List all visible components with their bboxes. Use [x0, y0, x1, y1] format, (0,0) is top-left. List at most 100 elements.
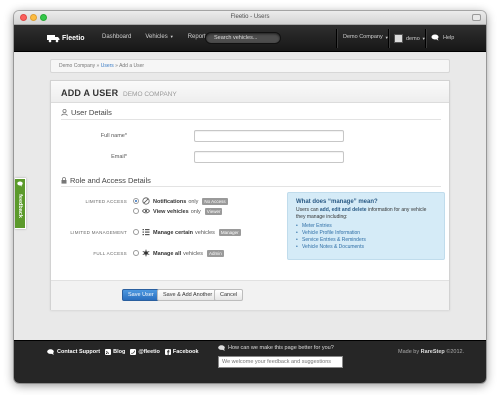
- option-rest: only: [190, 208, 201, 215]
- option-bold: Manage certain: [153, 229, 194, 236]
- browser-window: Fleetio - Users Fleetio Dashboard Vehicl…: [14, 11, 486, 383]
- chat-icon: [47, 349, 54, 355]
- rss-icon: [105, 349, 112, 355]
- feedback-input[interactable]: [218, 356, 343, 368]
- role-radio-view-vehicles[interactable]: [133, 208, 139, 214]
- window-title: Fleetio - Users: [230, 14, 270, 20]
- user-details-label: User Details: [71, 108, 112, 117]
- nav-dashboard[interactable]: Dashboard: [102, 34, 131, 40]
- user-name: demo: [406, 35, 420, 42]
- breadcrumb: Demo Company » Users » Add a User: [50, 59, 450, 73]
- fleetio-logo[interactable]: Fleetio: [47, 33, 85, 44]
- fullscreen-button[interactable]: [472, 14, 481, 21]
- role-tag-manager: Manager: [218, 229, 241, 236]
- facebook-label: Facebook: [172, 349, 199, 355]
- avatar: [394, 34, 403, 43]
- blog-label: Blog: [113, 349, 126, 355]
- star-burst-icon: [142, 249, 150, 257]
- option-manage-all: Manage all vehicles Admin: [153, 250, 224, 257]
- main-nav: Dashboard Vehicles ▼ Reports: [102, 34, 209, 40]
- role-radio-notifications[interactable]: [133, 198, 139, 204]
- company-name: Demo Company: [343, 34, 383, 40]
- cancel-button[interactable]: Cancel: [214, 289, 244, 301]
- role-label-limited-access: LIMITED ACCESS: [85, 199, 127, 204]
- nav-divider: [336, 29, 337, 48]
- user-icon: [61, 109, 68, 116]
- feedback-question-label: How can we make this page better for you…: [228, 345, 334, 351]
- info-title: What does “manage” mean?: [296, 199, 378, 205]
- breadcrumb-separator: »: [115, 63, 118, 69]
- feedback-tab-label: feedback: [17, 194, 23, 218]
- page-footer: Contact Support Blog @fleetio Facebook H…: [14, 340, 486, 383]
- twitter-link[interactable]: @fleetio: [130, 349, 160, 355]
- option-bold: Notifications: [153, 198, 187, 205]
- credit-prefix: Made by: [398, 349, 421, 355]
- list-item: Vehicle Notes & Documents: [296, 244, 436, 251]
- info-list: Meter Entries Vehicle Profile Informatio…: [296, 223, 436, 251]
- email-field[interactable]: [194, 151, 344, 163]
- role-tag-admin: Admin: [207, 250, 224, 257]
- help-label: Help: [443, 34, 455, 41]
- option-rest: vehicles: [183, 250, 203, 257]
- option-manage-certain: Manage certain vehicles Manager: [153, 229, 241, 236]
- role-label-limited-management: LIMITED MANAGEMENT: [70, 230, 127, 235]
- list-icon: [142, 229, 150, 236]
- breadcrumb-current: Add a User: [119, 63, 145, 69]
- truck-icon: [47, 35, 60, 43]
- window-titlebar: Fleetio - Users: [14, 11, 486, 25]
- section-divider: [61, 119, 441, 120]
- feedback-tab[interactable]: feedback: [15, 178, 26, 229]
- eye-icon: [142, 208, 150, 214]
- page-subtitle: DEMO COMPANY: [123, 91, 177, 98]
- credit-suffix: ©2012.: [444, 349, 465, 355]
- option-rest: only: [188, 198, 199, 205]
- role-tag-no-access: No Access: [202, 198, 228, 205]
- nav-vehicles[interactable]: Vehicles ▼: [145, 34, 173, 40]
- twitter-label: @fleetio: [138, 349, 160, 355]
- chat-icon: [218, 345, 225, 351]
- footer-credit: Made by RareStep ©2012.: [398, 349, 464, 355]
- list-item: Vehicle Profile Information: [296, 230, 436, 237]
- role-label-full-access: FULL ACCESS: [93, 251, 127, 256]
- form-actions: Save User Save & Add Another Cancel: [51, 280, 449, 310]
- info-text: Users can add, edit and delete informati…: [296, 207, 436, 221]
- option-rest: vehicles: [195, 229, 215, 236]
- search-vehicles-input[interactable]: [205, 32, 281, 44]
- option-notifications: Notifications only No Access: [153, 198, 228, 205]
- nav-divider: [388, 29, 389, 48]
- company-menu[interactable]: Demo Company ▼: [343, 34, 389, 40]
- page-title: ADD A USER: [61, 88, 119, 98]
- chevron-down-icon: ▼: [169, 34, 174, 39]
- logo-text: Fleetio: [62, 35, 85, 42]
- list-item: Service Entries & Reminders: [296, 237, 436, 244]
- lock-icon: [61, 177, 67, 184]
- nav-vehicles-label: Vehicles: [145, 34, 168, 40]
- save-add-another-button[interactable]: Save & Add Another: [157, 289, 219, 301]
- manage-info-box: What does “manage” mean? Users can add, …: [287, 192, 445, 260]
- feedback-question: How can we make this page better for you…: [218, 345, 334, 351]
- option-bold: Manage all: [153, 250, 182, 257]
- full-name-field[interactable]: [194, 130, 344, 142]
- no-access-icon: [142, 197, 150, 205]
- facebook-link[interactable]: Facebook: [164, 349, 199, 355]
- card-header: ADD A USER DEMO COMPANY: [51, 81, 449, 103]
- role-radio-manage-all[interactable]: [133, 250, 139, 256]
- blog-link[interactable]: Blog: [105, 349, 125, 355]
- info-text-a: Users can: [296, 207, 320, 213]
- save-user-button[interactable]: Save User: [122, 289, 160, 301]
- role-heading: Role and Access Details: [61, 176, 151, 185]
- contact-support-link[interactable]: Contact Support: [47, 349, 100, 355]
- user-menu[interactable]: demo ▼: [394, 34, 426, 43]
- credit-name[interactable]: RareStep: [421, 349, 445, 355]
- breadcrumb-users-link[interactable]: Users: [101, 63, 114, 69]
- role-tag-viewer: Viewer: [204, 208, 223, 215]
- add-user-card: ADD A USER DEMO COMPANY User Details Ful…: [50, 80, 450, 310]
- contact-support-label: Contact Support: [57, 349, 101, 355]
- help-link[interactable]: Help: [431, 34, 454, 41]
- role-radio-manage-certain[interactable]: [133, 229, 139, 235]
- breadcrumb-company[interactable]: Demo Company: [59, 63, 95, 69]
- info-text-b: add, edit and delete: [319, 207, 367, 213]
- full-name-label: Full name*: [100, 133, 127, 139]
- speech-bubble-icon: [431, 34, 439, 41]
- email-label: Email*: [111, 154, 127, 160]
